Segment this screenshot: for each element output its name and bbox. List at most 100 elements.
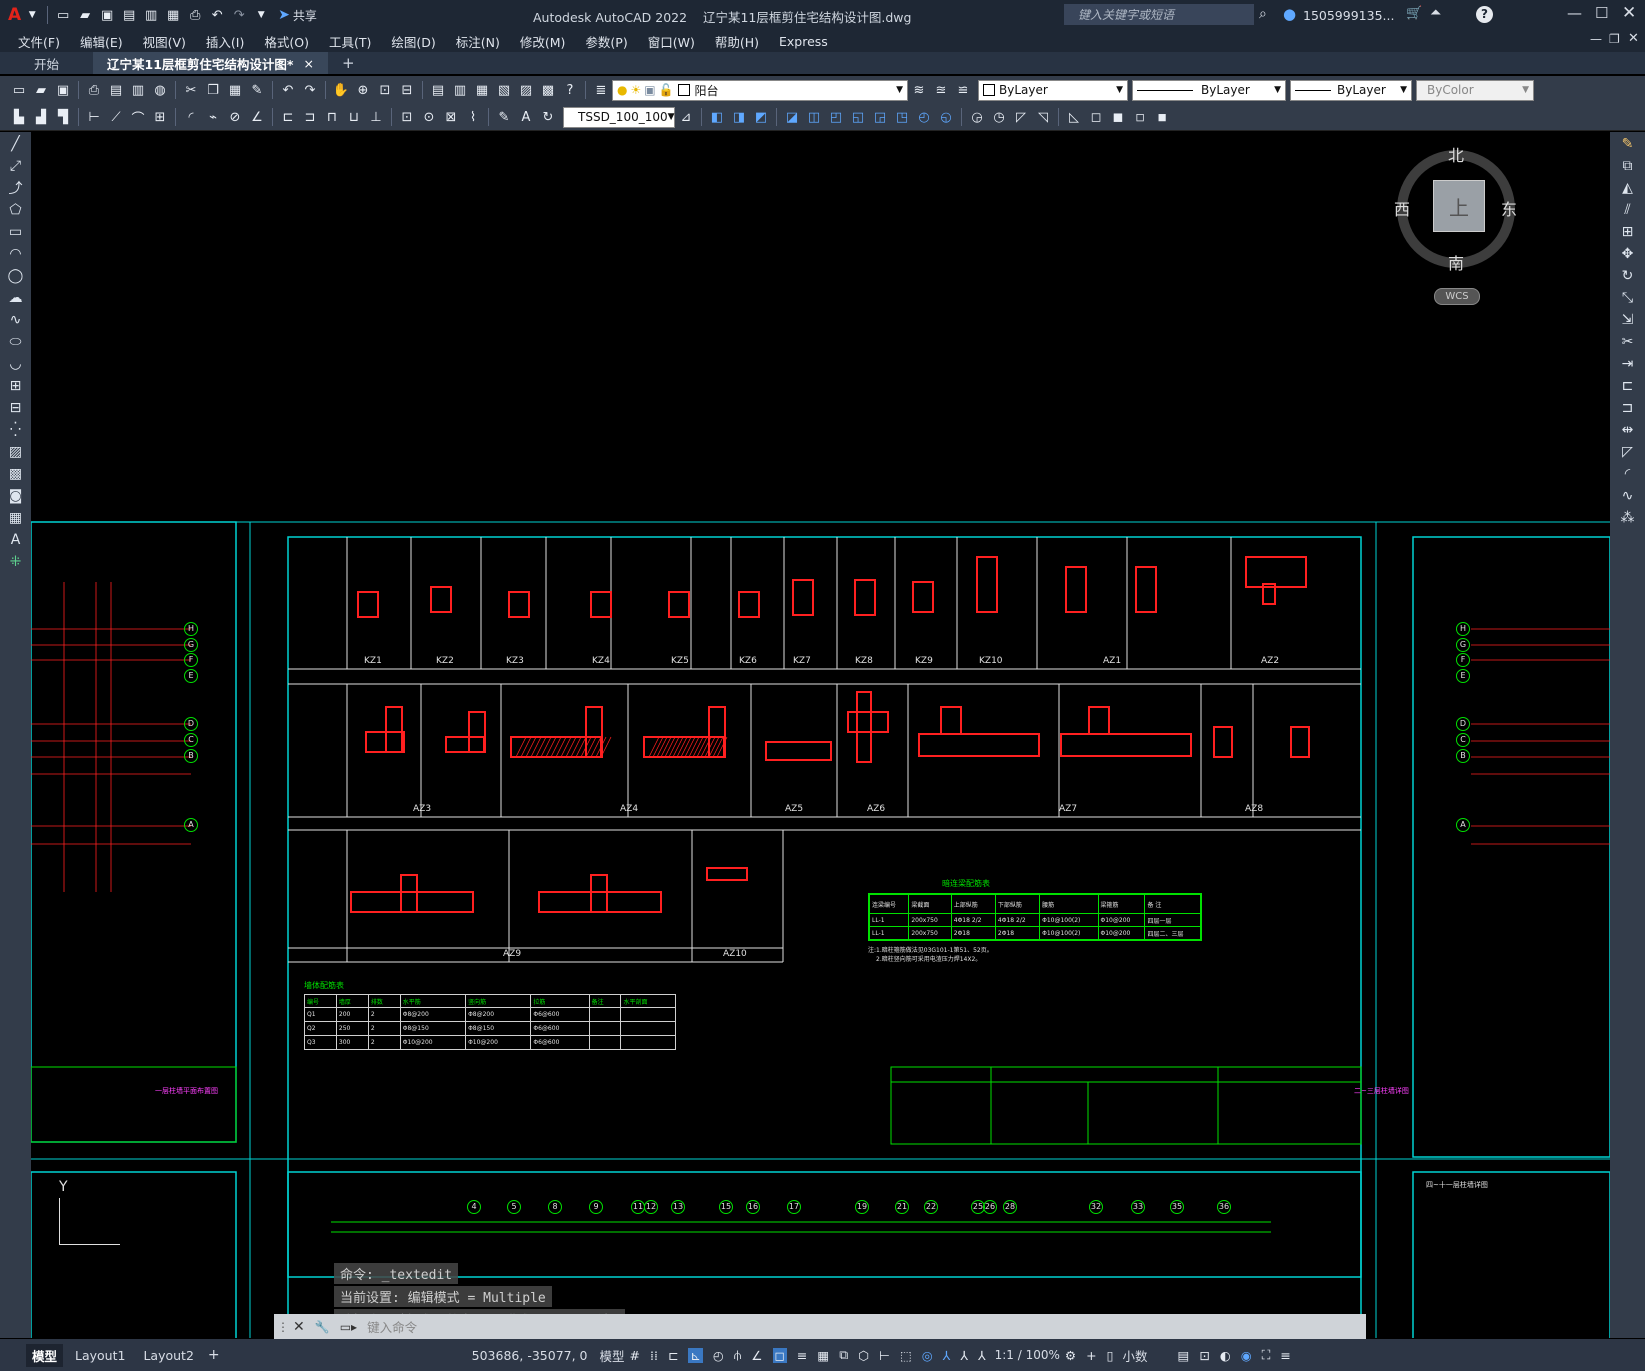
units-value[interactable]: 小数 [1122,1346,1147,1365]
app-logo[interactable]: A [8,5,21,25]
tool-palettes-icon[interactable]: ▦ [473,81,491,99]
hardware-accel-icon[interactable]: ◉ [1241,1348,1252,1363]
help-tb-icon[interactable]: ? [561,81,579,99]
lineweight-icon[interactable]: ≡ [797,1348,807,1363]
gizmo-icon[interactable]: ◎ [922,1348,933,1363]
insert-block-icon[interactable]: ⊞ [5,376,27,396]
autodesk-a360-icon[interactable]: ⏶ [1430,5,1441,21]
3d-osnap-icon[interactable]: ⬡ [858,1348,869,1363]
doc-minimize-icon[interactable]: — [1590,32,1602,46]
solid-8-icon[interactable]: ◲ [871,108,889,126]
plot-icon[interactable]: ⎙ [85,81,103,99]
new-tab-button[interactable]: + [328,52,369,74]
user-icon[interactable]: ● [1283,5,1296,23]
customize-status-icon[interactable]: ≡ [1280,1348,1290,1363]
plot-preview-icon[interactable]: ▤ [107,81,125,99]
snap-icon[interactable]: ⁞⁞ [650,1348,658,1363]
doc-restore-icon[interactable]: ❐ [1609,32,1620,46]
tab-drawing[interactable]: 辽宁某11层框剪住宅结构设计图* × [93,52,328,74]
construction-line-icon[interactable]: ⤢ [5,156,27,176]
command-grip-icon[interactable]: ⋮ [277,1320,289,1334]
solid-13-icon[interactable]: ◷ [990,108,1008,126]
menu-window[interactable]: 窗口(W) [648,32,695,51]
osnap-icon[interactable]: ◻ [772,1347,787,1363]
erase-icon[interactable]: ✎ [1617,134,1639,154]
layer-dropdown[interactable]: ● ☀ ▣ 🔓 阳台 ▼ [612,79,908,101]
annotation-monitor-icon[interactable]: + [1086,1348,1096,1363]
pan-icon[interactable]: ✋ [332,81,350,99]
menu-format[interactable]: 格式(O) [264,32,309,51]
viewcube-face[interactable]: 上 [1433,180,1485,232]
doc-close-icon[interactable]: ✕ [1628,31,1639,46]
search-icon[interactable]: ⌕ [1259,6,1267,22]
open-icon[interactable]: ▰ [32,81,50,99]
region-icon[interactable]: ◙ [5,486,27,506]
dim-angular-icon[interactable]: ∠ [248,108,266,126]
web-icon[interactable]: ◍ [151,81,169,99]
revision-cloud-icon[interactable]: ☁ [5,288,27,308]
tssd-tool-2-icon[interactable]: ▟ [32,108,50,126]
viewcube-south[interactable]: 南 [1448,250,1464,274]
new-file-icon[interactable]: ▭ [54,6,72,24]
color-dropdown[interactable]: ByLayer ▼ [978,79,1128,101]
center-mark-icon[interactable]: ⊙ [420,108,438,126]
solid-17-icon[interactable]: ◻ [1087,108,1105,126]
markup-icon[interactable]: ▨ [517,81,535,99]
wcs-button[interactable]: WCS [1434,288,1480,305]
solid-1-icon[interactable]: ◧ [708,108,726,126]
undo-icon[interactable]: ↶ [208,6,226,24]
lock-ui-icon[interactable]: ⊡ [1199,1348,1209,1363]
annotation-scale-value[interactable]: 1:1 / 100% [995,1348,1060,1362]
dim-break-icon[interactable]: ⊥ [367,108,385,126]
annotation-scale-icon[interactable]: ⅄ [978,1348,986,1363]
save-tb-icon[interactable]: ▣ [54,81,72,99]
qnew-icon[interactable]: ▭ [10,81,28,99]
point-icon[interactable]: ⁛ [5,420,27,440]
lineweight-dropdown[interactable]: ByLayer ▼ [1290,79,1412,101]
scale-icon[interactable]: ⤡ [1617,288,1639,308]
dim-update-icon[interactable]: ↻ [539,108,557,126]
plotstyle-dropdown[interactable]: ByColor ▼ [1416,79,1534,101]
infer-icon[interactable]: ⊏ [668,1348,678,1363]
solid-5-icon[interactable]: ◫ [805,108,823,126]
zoom-realtime-icon[interactable]: ⊕ [354,81,372,99]
trim-icon[interactable]: ✂ [1617,332,1639,352]
break-icon[interactable]: ⊐ [1617,398,1639,418]
model-space-toggle[interactable]: 模型 [600,1346,625,1365]
save-icon[interactable]: ▣ [98,6,116,24]
menu-help[interactable]: 帮助(H) [715,32,759,51]
rectangle-icon[interactable]: ▭ [5,222,27,242]
ortho-icon[interactable]: ⊾ [688,1347,703,1363]
tolerance-icon[interactable]: ⊡ [398,108,416,126]
viewcube-east[interactable]: 东 [1501,196,1517,220]
app-menu-chevron-icon[interactable]: ▼ [23,6,41,24]
redo-tb-icon[interactable]: ↷ [301,81,319,99]
units-icon[interactable]: ▯ [1107,1348,1114,1363]
minimize-icon[interactable]: — [1567,4,1582,22]
solid-2-icon[interactable]: ◨ [730,108,748,126]
menu-insert[interactable]: 插入(I) [206,32,244,51]
jogged-linear-icon[interactable]: ⌇ [464,108,482,126]
hatch-icon[interactable]: ▨ [5,442,27,462]
workspace-icon[interactable]: ⚙ [1065,1348,1076,1363]
layout-add[interactable]: + [208,1347,220,1363]
print-icon[interactable]: ⎙ [186,6,204,24]
solid-18-icon[interactable]: ◼ [1109,108,1127,126]
publish-icon[interactable]: ▥ [142,6,160,24]
dim-linear-icon[interactable]: ⊢ [85,108,103,126]
menu-tools[interactable]: 工具(T) [329,32,371,51]
dim-space-icon[interactable]: ⊔ [345,108,363,126]
ellipse-arc-icon[interactable]: ◡ [5,354,27,374]
line-icon[interactable]: ╱ [5,134,27,154]
join-icon[interactable]: ⇹ [1617,420,1639,440]
solid-4-icon[interactable]: ◪ [783,108,801,126]
dim-diameter-icon[interactable]: ⊘ [226,108,244,126]
tssd-tool-1-icon[interactable]: ▙ [10,108,28,126]
copy-icon[interactable]: ❐ [204,81,222,99]
solid-12-icon[interactable]: ◶ [968,108,986,126]
layer-properties-icon[interactable]: ≣ [592,81,610,99]
solid-15-icon[interactable]: ◹ [1034,108,1052,126]
calculator-icon[interactable]: ▩ [539,81,557,99]
ellipse-icon[interactable]: ⬭ [5,332,27,352]
export-icon[interactable]: ▦ [164,6,182,24]
